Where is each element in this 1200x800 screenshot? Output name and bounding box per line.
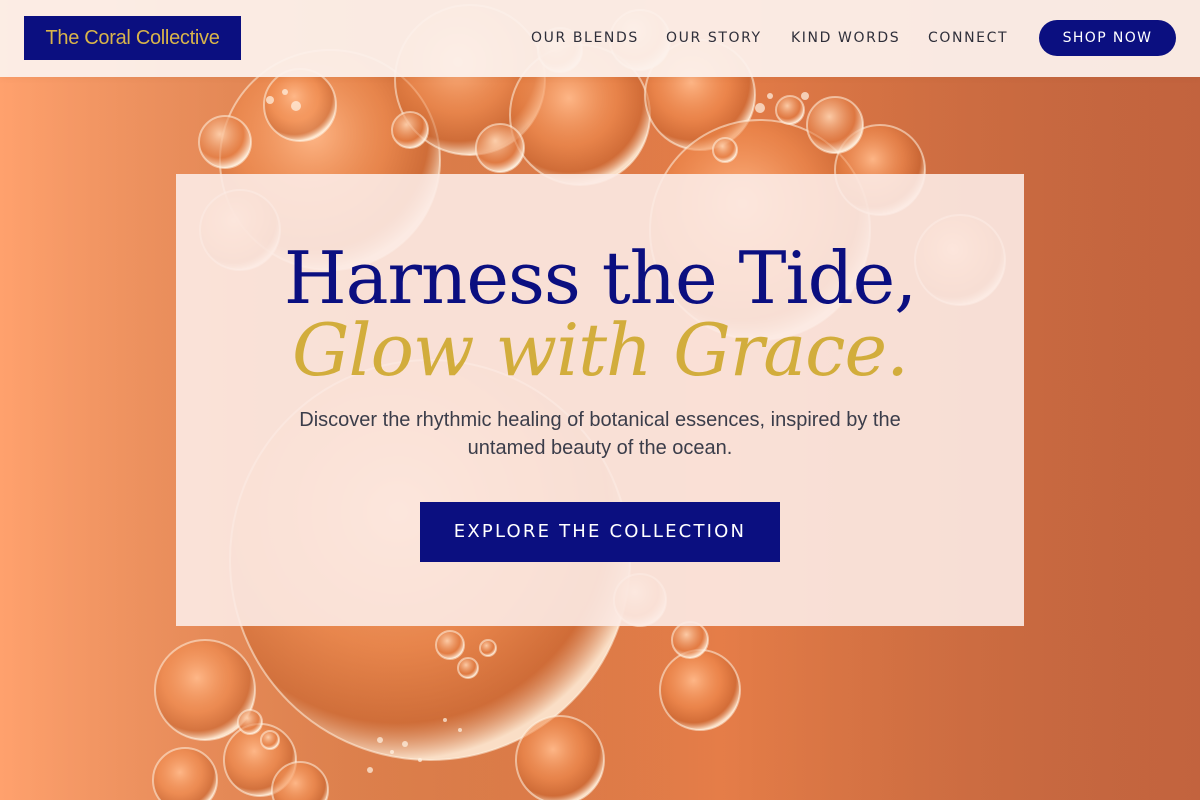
brand-logo[interactable]: The Coral Collective [24, 16, 241, 60]
hero-headline-line2: Glow with Grace. [292, 308, 909, 392]
nav-connect[interactable]: CONNECT [928, 28, 1008, 48]
explore-collection-button[interactable]: EXPLORE THE COLLECTION [420, 502, 780, 562]
nav-kind-words[interactable]: KIND WORDS [791, 28, 900, 48]
shop-now-button[interactable]: SHOP NOW [1039, 20, 1176, 56]
nav-our-story[interactable]: OUR STORY [666, 28, 762, 48]
nav-our-blends[interactable]: OUR BLENDS [531, 28, 639, 48]
hero-subtext: Discover the rhythmic healing of botanic… [299, 409, 901, 459]
site-header: The Coral Collective OUR BLENDS OUR STOR… [0, 0, 1200, 77]
